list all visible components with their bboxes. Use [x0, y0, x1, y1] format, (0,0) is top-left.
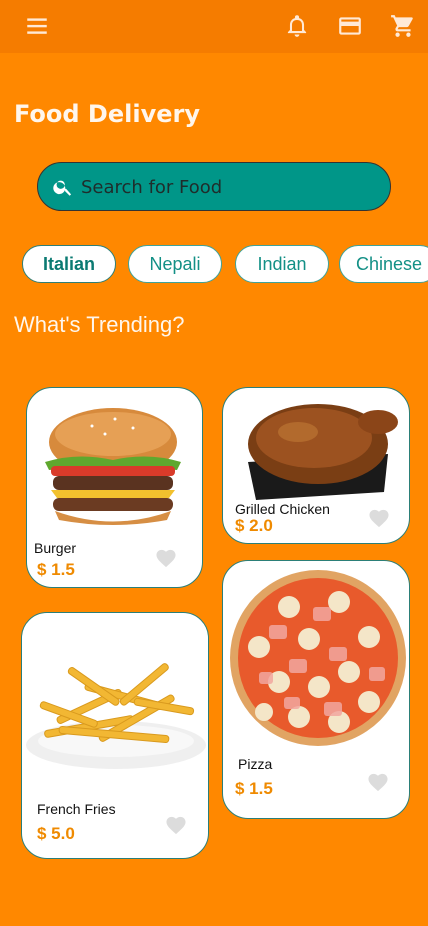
- heart-icon[interactable]: [368, 508, 390, 528]
- search-icon: [52, 176, 74, 198]
- chip-italian[interactable]: Italian: [22, 245, 116, 283]
- item-price: $ 1.5: [37, 560, 75, 579]
- chicken-image: [248, 404, 398, 500]
- chip-chinese[interactable]: Chinese: [339, 245, 428, 283]
- page-title: Food Delivery: [14, 100, 200, 128]
- food-card-grilled-chicken[interactable]: Grilled Chicken $ 2.0: [222, 387, 410, 544]
- item-name: Grilled Chicken: [235, 501, 330, 517]
- heart-icon[interactable]: [155, 548, 177, 568]
- chip-nepali[interactable]: Nepali: [128, 245, 222, 283]
- food-card-pizza[interactable]: Pizza $ 1.5: [222, 560, 410, 819]
- cart-icon[interactable]: [390, 13, 416, 39]
- item-price: $ 1.5: [235, 779, 273, 798]
- search-bar[interactable]: [37, 162, 391, 211]
- search-input[interactable]: [81, 171, 371, 203]
- item-name: Pizza: [238, 756, 273, 772]
- item-name: Burger: [34, 540, 77, 556]
- app-bar: [0, 0, 428, 53]
- pizza-image: [230, 570, 406, 746]
- section-title: What's Trending?: [14, 312, 185, 337]
- heart-icon[interactable]: [165, 815, 187, 835]
- food-card-french-fries[interactable]: French Fries $ 5.0: [21, 612, 209, 859]
- bell-icon[interactable]: [284, 13, 310, 39]
- menu-icon[interactable]: [24, 13, 50, 39]
- item-price: $ 2.0: [235, 516, 273, 535]
- card-icon[interactable]: [337, 13, 363, 39]
- heart-icon[interactable]: [367, 772, 389, 792]
- chip-indian[interactable]: Indian: [235, 245, 329, 283]
- item-price: $ 5.0: [37, 824, 75, 843]
- food-card-burger[interactable]: Burger $ 1.5: [26, 387, 203, 588]
- fries-image: [26, 663, 206, 769]
- item-name: French Fries: [37, 801, 116, 817]
- burger-image: [45, 408, 181, 525]
